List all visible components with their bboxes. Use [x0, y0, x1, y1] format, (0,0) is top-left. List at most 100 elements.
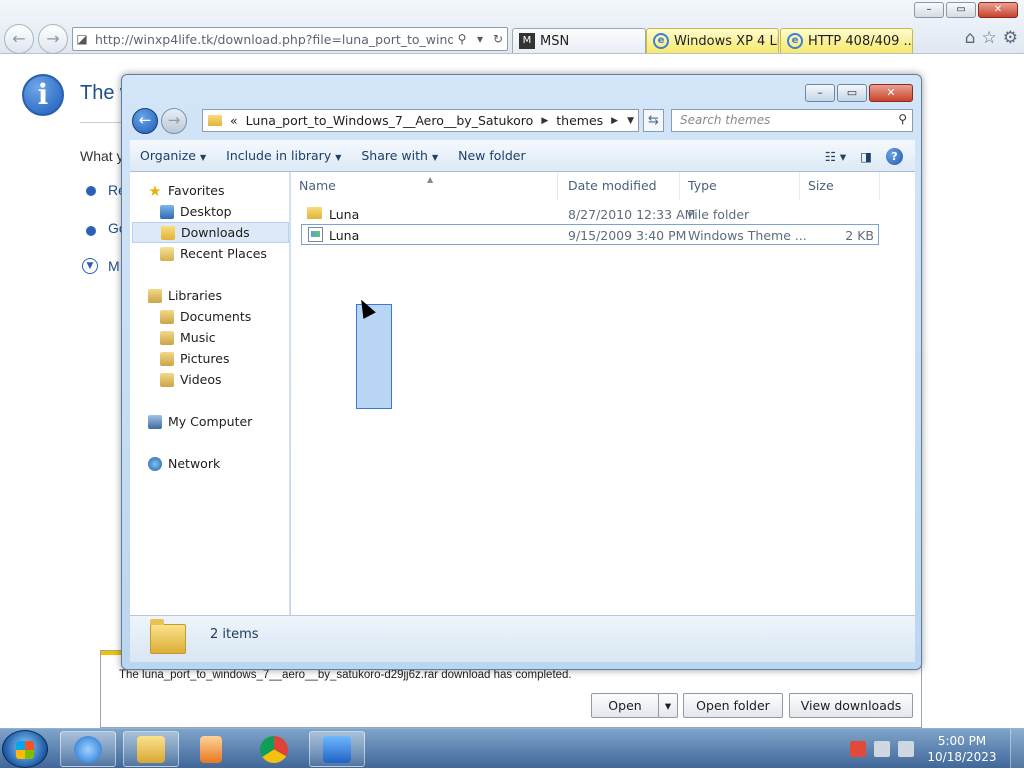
taskbar-media-player[interactable]: [183, 731, 239, 767]
open-button[interactable]: Open: [591, 693, 659, 718]
include-in-library-menu[interactable]: Include in library ▼: [216, 148, 351, 163]
folder-icon: [150, 619, 186, 654]
star-icon: ★: [148, 181, 162, 200]
file-name: Luna: [329, 228, 360, 243]
column-header-date-modified[interactable]: Date modified: [560, 172, 680, 200]
search-placeholder: Search themes: [680, 113, 771, 127]
preview-pane-icon[interactable]: ◨: [860, 149, 872, 164]
taskbar: 5:00 PM 10/18/2023: [0, 728, 1024, 769]
music-icon: [160, 330, 174, 345]
system-tray: 5:00 PM 10/18/2023: [850, 729, 1024, 769]
documents-icon: [160, 309, 174, 324]
nav-my-computer[interactable]: My Computer: [148, 411, 308, 432]
search-input[interactable]: Search themes ⚲: [671, 109, 913, 132]
forward-button[interactable]: →: [38, 24, 68, 54]
taskbar-chrome[interactable]: [246, 731, 302, 767]
chevron-down-icon: ▼: [335, 153, 342, 162]
nav-libraries[interactable]: Libraries: [148, 285, 308, 306]
maximize-button[interactable]: ▭: [946, 2, 976, 18]
page-link-3[interactable]: M: [108, 258, 120, 274]
history-dropdown-icon[interactable]: ▼: [627, 116, 634, 126]
file-date: 9/15/2009 3:40 PM: [568, 228, 687, 243]
organize-menu[interactable]: Organize ▼: [130, 148, 216, 163]
tab-windows-xp-4-life[interactable]: e Windows XP 4 Lif...: [646, 28, 779, 53]
network-tray-icon[interactable]: [874, 741, 890, 757]
taskbar-internet-explorer[interactable]: [60, 731, 116, 767]
volume-muted-icon[interactable]: [898, 741, 914, 757]
sort-ascending-icon: ▲: [427, 175, 434, 184]
breadcrumb[interactable]: « Luna_port_to_Windows_7__Aero__by_Satuk…: [202, 109, 639, 132]
column-header-name[interactable]: ▲ Name: [291, 172, 558, 200]
file-name: Luna: [329, 207, 360, 222]
media-player-icon: [200, 736, 222, 763]
refresh-icon[interactable]: ↻: [489, 32, 507, 46]
nav-label: Videos: [180, 372, 222, 387]
open-folder-button[interactable]: Open folder: [683, 693, 783, 718]
close-button[interactable]: ✕: [869, 84, 913, 102]
forward-arrow-icon: →: [167, 111, 181, 129]
breadcrumb-separator-icon[interactable]: ▶: [541, 116, 548, 126]
folder-icon: [307, 207, 322, 219]
breadcrumb-overflow[interactable]: «: [230, 113, 238, 128]
clock[interactable]: 5:00 PM 10/18/2023: [922, 733, 1002, 765]
minimize-button[interactable]: –: [805, 84, 835, 102]
tab-http-error[interactable]: e HTTP 408/409 ... ✕: [780, 28, 913, 53]
refresh-button[interactable]: ⇆: [643, 109, 664, 132]
close-button[interactable]: ✕: [978, 2, 1018, 18]
item-count: 2 items: [210, 627, 259, 642]
breadcrumb-segment[interactable]: themes: [556, 113, 603, 128]
address-bar[interactable]: ◪ http://winxp4life.tk/download.php?file…: [72, 27, 508, 51]
view-options-icon[interactable]: ☷ ▾: [825, 149, 846, 164]
show-desktop-button[interactable]: [1010, 729, 1024, 769]
navigation-pane: ★ Favorites Desktop Downloads Recent Plac…: [130, 172, 290, 615]
column-header-size[interactable]: Size: [800, 172, 880, 200]
nav-favorites[interactable]: ★ Favorites: [148, 180, 308, 201]
nav-network[interactable]: Network: [148, 453, 308, 474]
browser-tools: ⌂ ☆ ⚙: [965, 28, 1018, 48]
downloads-folder-icon: [161, 225, 175, 240]
dropdown-icon[interactable]: ▾: [471, 32, 489, 46]
taskbar-app-glasses[interactable]: [309, 731, 365, 767]
breadcrumb-separator-icon[interactable]: ▶: [611, 116, 618, 126]
expand-more-icon[interactable]: ▼: [82, 258, 98, 274]
help-icon[interactable]: ?: [886, 147, 903, 165]
browser-window-controls: – ▭ ✕: [914, 2, 1018, 18]
minimize-button[interactable]: –: [914, 2, 944, 18]
column-header-type[interactable]: Type: [680, 172, 800, 200]
internet-explorer-icon: [74, 736, 102, 763]
favorites-star-icon[interactable]: ☆: [982, 28, 997, 48]
file-list[interactable]: ▲ Name Date modified Type Size Luna 8/27…: [291, 172, 915, 615]
tab-label: HTTP 408/409 ...: [808, 33, 913, 49]
nav-downloads[interactable]: Downloads: [132, 222, 289, 243]
search-icon[interactable]: ⚲: [453, 32, 471, 46]
back-arrow-icon: ←: [138, 111, 152, 129]
bullet-icon: [86, 226, 96, 236]
libraries-icon: [148, 288, 162, 303]
tab-msn[interactable]: M MSN: [512, 28, 646, 53]
action-center-icon[interactable]: [850, 741, 866, 757]
search-icon[interactable]: ⚲: [898, 112, 907, 126]
home-icon[interactable]: ⌂: [965, 28, 976, 48]
taskbar-windows-explorer[interactable]: [123, 731, 179, 767]
back-button[interactable]: ←: [4, 24, 34, 54]
gear-icon[interactable]: ⚙: [1003, 28, 1018, 48]
windows-explorer-icon: [137, 736, 165, 763]
back-button[interactable]: ←: [132, 108, 158, 134]
view-downloads-button[interactable]: View downloads: [789, 693, 913, 718]
selection-rectangle: [356, 304, 392, 409]
start-button[interactable]: [2, 730, 48, 768]
maximize-button[interactable]: ▭: [837, 84, 867, 102]
file-row[interactable]: Luna 9/15/2009 3:40 PM Windows Theme ...…: [301, 224, 879, 245]
new-folder-button[interactable]: New folder: [448, 148, 536, 163]
command-bar: Organize ▼ Include in library ▼ Share with…: [130, 140, 915, 172]
breadcrumb-segment[interactable]: Luna_port_to_Windows_7__Aero__by_Satukor…: [246, 113, 534, 128]
forward-button[interactable]: →: [161, 108, 187, 134]
pictures-icon: [160, 351, 174, 366]
address-url[interactable]: http://winxp4life.tk/download.php?file=l…: [91, 32, 453, 47]
file-row[interactable]: Luna 8/27/2010 12:33 AM File folder: [301, 204, 879, 225]
open-dropdown-button[interactable]: ▾: [658, 693, 678, 718]
ie-icon: e: [653, 33, 669, 49]
share-with-menu[interactable]: Share with ▼: [351, 148, 448, 163]
nav-label: Pictures: [180, 351, 230, 366]
ie-icon: e: [787, 33, 803, 49]
